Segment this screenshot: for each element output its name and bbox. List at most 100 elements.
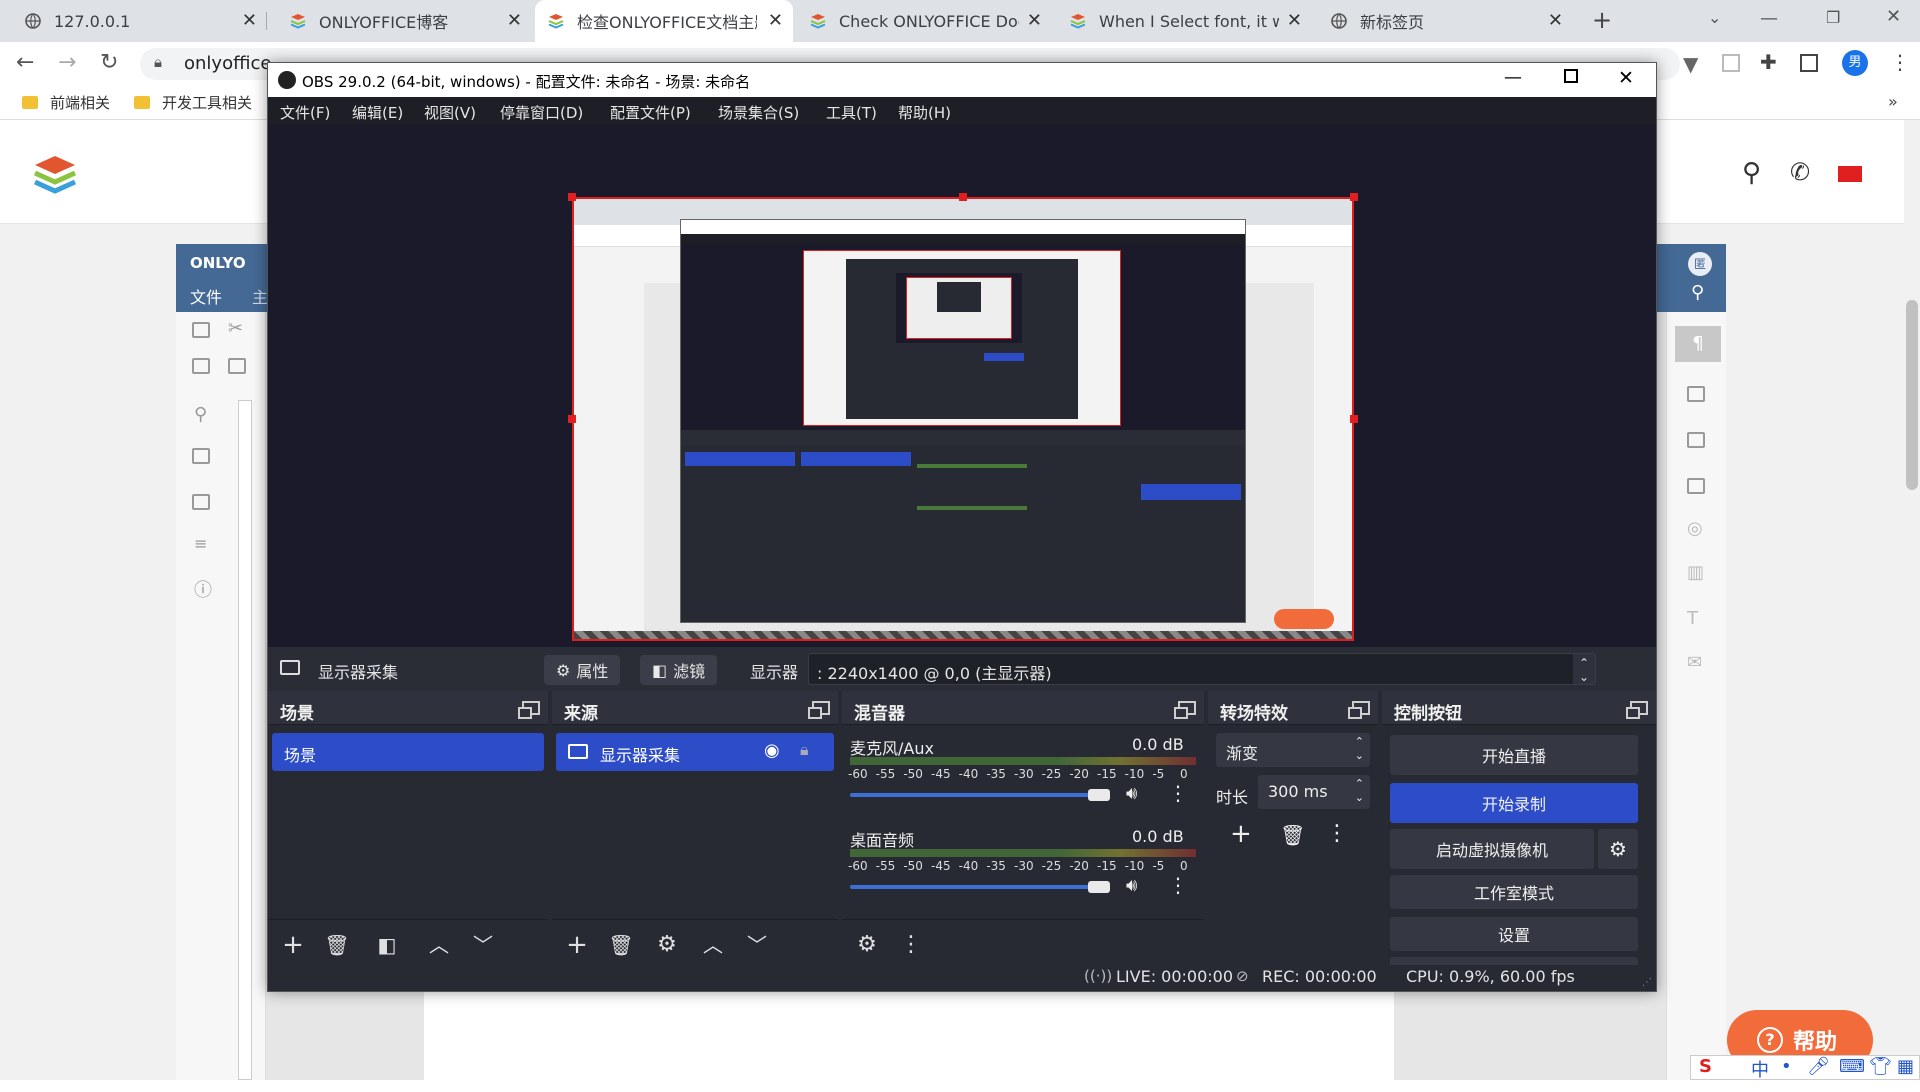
undock-icon[interactable] <box>1174 701 1196 719</box>
bookmark-folder-frontend[interactable]: 前端相关 <box>22 92 110 113</box>
select-icon[interactable] <box>228 358 246 374</box>
close-icon[interactable]: ✕ <box>507 10 522 31</box>
tab-127[interactable]: 127.0.0.1 ✕ <box>12 0 267 42</box>
studio-mode-button[interactable]: 工作室模式 <box>1390 875 1638 909</box>
resize-handle[interactable] <box>1350 415 1358 423</box>
close-icon[interactable]: ✕ <box>1287 10 1302 31</box>
close-icon[interactable]: ✕ <box>1027 10 1042 31</box>
puzzle-icon[interactable]: ✚ <box>1760 50 1777 74</box>
add-icon[interactable]: + <box>278 930 308 960</box>
menu-file[interactable]: 文件(F) <box>280 102 330 123</box>
tab-check-onlyoffice-doc[interactable]: Check ONLYOFFICE Doc ✕ <box>797 0 1052 42</box>
minimize-icon[interactable]: — <box>1504 67 1522 88</box>
forward-icon[interactable]: → <box>58 50 76 75</box>
close-icon[interactable]: ✕ <box>1618 67 1634 89</box>
duration-spinbox[interactable]: 300 ms ⌃ ⌄ <box>1258 775 1370 809</box>
undock-icon[interactable] <box>1348 701 1370 719</box>
close-icon[interactable]: ✕ <box>242 10 257 31</box>
close-icon[interactable]: ✕ <box>1548 10 1563 31</box>
eye-icon[interactable]: ◉ <box>764 740 780 761</box>
tab-file[interactable]: 文件 <box>190 284 222 308</box>
advanced-audio-gear-icon[interactable]: ⚙ <box>852 930 882 960</box>
reload-icon[interactable]: ↻ <box>100 50 118 75</box>
restore-icon[interactable]: ❐ <box>1826 8 1840 27</box>
profile-avatar[interactable]: 男 <box>1842 50 1868 76</box>
volume-slider[interactable] <box>850 885 1099 889</box>
close-window-icon[interactable]: ✕ <box>1886 6 1901 27</box>
start-recording-button[interactable]: 开始录制 <box>1390 783 1638 823</box>
scene-item[interactable]: 场景 <box>272 733 544 771</box>
china-flag-icon[interactable] <box>1838 166 1862 182</box>
more-options-icon[interactable]: ⋮ <box>1326 821 1348 846</box>
move-down-icon[interactable]: ﹀ <box>468 930 498 960</box>
image-settings-icon[interactable] <box>1687 432 1705 448</box>
toolbox-icon[interactable]: ▦ <box>1897 1056 1914 1077</box>
scrollbar-thumb[interactable] <box>1906 300 1918 490</box>
user-avatar[interactable]: 匿 <box>1688 252 1712 276</box>
punctuation-icon[interactable]: • <box>1781 1056 1792 1077</box>
speaker-icon[interactable]: 🔊︎ <box>1126 875 1137 896</box>
mail-merge-icon[interactable]: ✉ <box>1687 652 1702 673</box>
page-scrollbar[interactable] <box>1904 120 1920 1080</box>
move-up-icon[interactable]: ︿ <box>698 930 728 960</box>
undock-icon[interactable] <box>1626 701 1648 719</box>
gear-icon[interactable]: ⚙ <box>652 930 682 960</box>
maximize-icon[interactable] <box>1564 69 1578 83</box>
settings-button[interactable]: 设置 <box>1390 917 1638 951</box>
menu-view[interactable]: 视图(V) <box>424 102 476 123</box>
search-icon[interactable]: ⚲ <box>194 404 207 425</box>
back-icon[interactable]: ← <box>16 50 34 75</box>
chat-icon[interactable] <box>192 494 210 510</box>
more-bookmarks-icon[interactable]: » <box>1888 92 1898 111</box>
vpn-icon[interactable]: ▼ <box>1683 52 1698 76</box>
new-tab-plus-icon[interactable]: + <box>1592 6 1612 34</box>
more-options-icon[interactable]: ⋮ <box>896 930 926 960</box>
search-icon[interactable]: ⚲ <box>1691 282 1704 303</box>
volume-slider-knob[interactable] <box>1087 789 1110 801</box>
shape-settings-icon[interactable]: ◎ <box>1687 518 1703 539</box>
onlyoffice-logo-icon[interactable] <box>32 154 78 194</box>
skin-icon[interactable]: 👕︎ <box>1869 1056 1892 1077</box>
tab-home[interactable]: 主 <box>252 284 268 308</box>
header-footer-icon[interactable] <box>1687 478 1705 494</box>
tab-onlyoffice-blog[interactable]: ONLYOFFICE博客 ✕ <box>277 0 532 42</box>
undock-icon[interactable] <box>808 701 830 719</box>
more-menu-icon[interactable]: ⋮ <box>1890 50 1910 74</box>
add-icon[interactable]: + <box>1230 819 1252 849</box>
speaker-icon[interactable]: 🔊︎ <box>1126 783 1137 804</box>
table-settings-icon[interactable] <box>1687 386 1705 402</box>
phone-icon[interactable]: ✆ <box>1790 158 1810 186</box>
tab-when-i-select-font[interactable]: When I Select font, it w ✕ <box>1057 0 1312 42</box>
extension-icon[interactable] <box>1722 54 1740 72</box>
resize-handle[interactable] <box>568 415 576 423</box>
properties-button[interactable]: ⚙ 属性 <box>544 655 621 685</box>
display-capture-preview[interactable] <box>572 197 1354 641</box>
start-virtual-camera-button[interactable]: 启动虚拟摄像机 <box>1390 829 1594 869</box>
search-icon[interactable]: ⚲ <box>1742 158 1761 188</box>
chart-settings-icon[interactable]: ▥ <box>1687 562 1704 583</box>
paste-icon[interactable] <box>192 358 210 374</box>
close-icon[interactable]: ✕ <box>768 10 783 31</box>
copy-icon[interactable] <box>192 322 210 338</box>
paragraph-settings-icon[interactable]: ¶ <box>1675 326 1721 362</box>
move-up-icon[interactable]: ︿ <box>424 930 454 960</box>
add-icon[interactable]: + <box>562 930 592 960</box>
obs-preview[interactable] <box>268 125 1656 647</box>
tab-new-tab[interactable]: 新标签页 ✕ <box>1318 0 1573 42</box>
volume-slider-knob[interactable] <box>1087 881 1110 893</box>
microphone-icon[interactable]: 🎤︎ <box>1807 1056 1830 1077</box>
menu-docks[interactable]: 停靠窗口(D) <box>500 102 583 123</box>
move-down-icon[interactable]: ﹀ <box>742 930 772 960</box>
resize-handle[interactable] <box>1350 193 1358 201</box>
lock-icon[interactable]: 🔒︎ <box>800 740 809 760</box>
source-item[interactable]: 显示器采集 ◉ 🔒︎ <box>556 733 834 771</box>
more-options-icon[interactable]: ⋮ <box>1168 873 1188 897</box>
cut-icon[interactable]: ✂ <box>228 318 243 339</box>
trash-icon[interactable]: 🗑︎ <box>322 930 352 960</box>
ime-mode-icon[interactable]: 中 <box>1751 1056 1769 1082</box>
comment-icon[interactable] <box>192 448 210 464</box>
undock-icon[interactable] <box>518 701 540 719</box>
textart-icon[interactable]: T <box>1687 608 1698 629</box>
menu-edit[interactable]: 编辑(E) <box>352 102 403 123</box>
more-options-icon[interactable]: ⋮ <box>1168 781 1188 805</box>
